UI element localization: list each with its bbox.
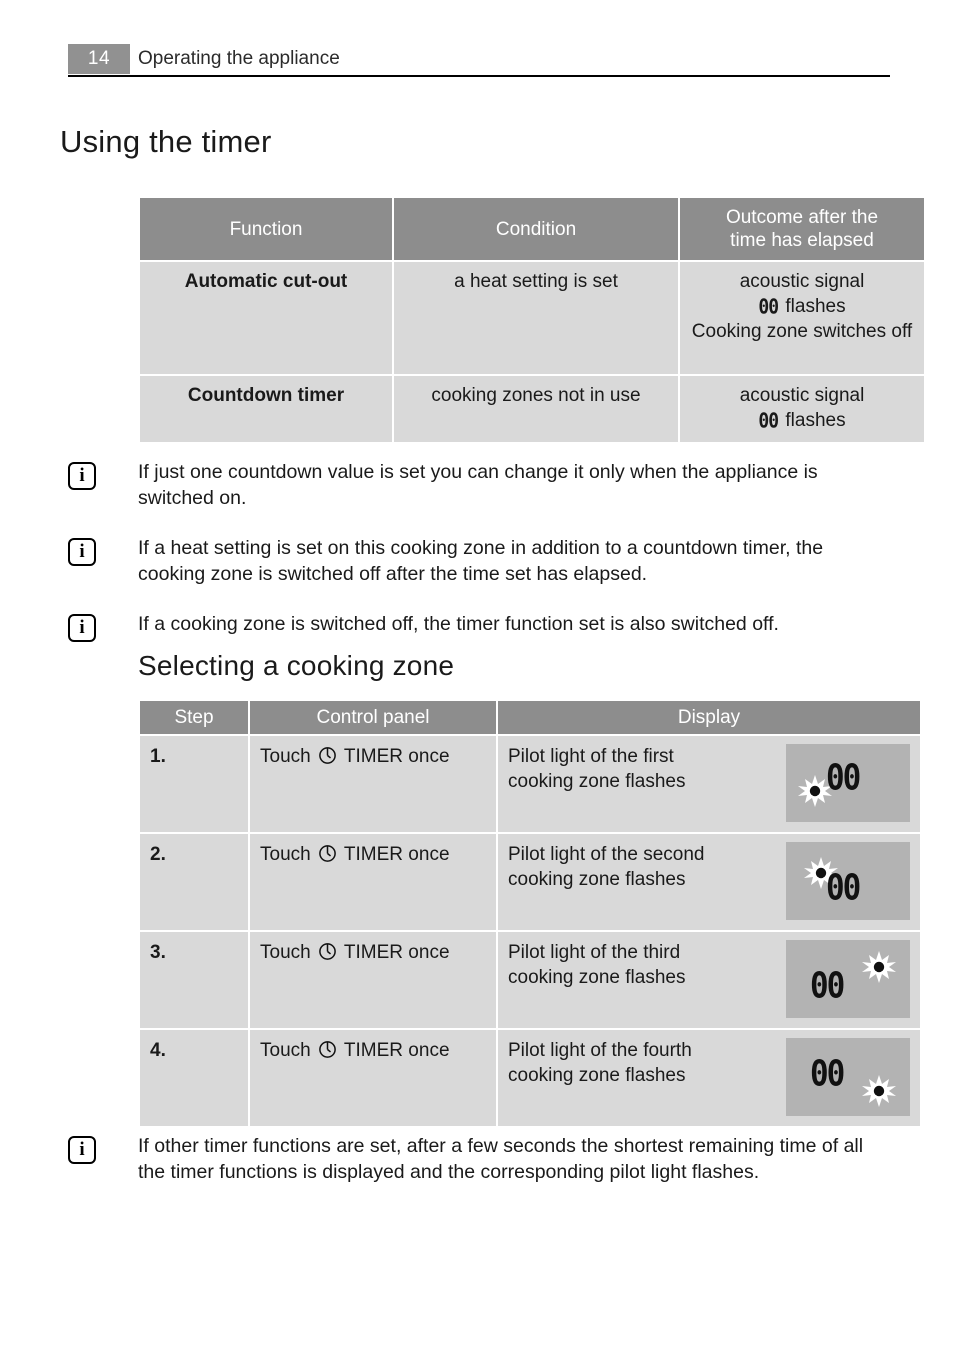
lcd-display-panel: 00	[786, 842, 910, 921]
column-header-control-panel: Control panel	[250, 701, 496, 735]
display-description: Pilot light of the third cooking zone fl…	[508, 941, 776, 990]
cell-control-panel: Touch TIMER once	[250, 932, 496, 1029]
control-timer-label: TIMER once	[343, 1040, 450, 1062]
cell-function: Automatic cut-out	[140, 262, 392, 375]
display-desc-line2: cooking zone flashes	[508, 1064, 686, 1086]
display-desc-line2: cooking zone flashes	[508, 868, 686, 890]
control-action-label: Touch	[260, 942, 311, 964]
lcd-digits: 00	[810, 965, 845, 1007]
cell-control-panel: Touch TIMER once	[250, 736, 496, 833]
control-timer-label: TIMER once	[343, 746, 450, 768]
cell-display: Pilot light of the second cooking zone f…	[498, 834, 920, 931]
cell-display: Pilot light of the third cooking zone fl…	[498, 932, 920, 1029]
control-action-label: Touch	[260, 844, 311, 866]
timer-clock-icon	[318, 942, 337, 961]
table-header-row: Function Condition Outcome after the tim…	[140, 198, 924, 261]
cell-condition: a heat setting is set	[394, 262, 678, 375]
display-description: Pilot light of the second cooking zone f…	[508, 843, 776, 892]
info-note-text: If a heat setting is set on this cooking…	[138, 537, 824, 585]
column-header-outcome-line2: time has elapsed	[730, 230, 874, 252]
timer-functions-table: Function Condition Outcome after the tim…	[138, 196, 926, 444]
cell-condition: cooking zones not in use	[394, 376, 678, 442]
table-row: 3. Touch TIMER once Pilot light of the t…	[140, 932, 920, 1029]
header-divider	[68, 75, 890, 77]
table-row: Automatic cut-out a heat setting is set …	[140, 262, 924, 375]
cell-step-number: 1.	[140, 736, 248, 833]
pilot-light-flash-icon	[862, 1074, 896, 1108]
info-icon-glyph: i	[79, 617, 85, 638]
column-header-condition: Condition	[394, 198, 678, 261]
outcome-zone-switches-off: Cooking zone switches off	[691, 320, 913, 342]
info-icon: i	[68, 462, 96, 490]
display-desc-line1: Pilot light of the third	[508, 942, 681, 964]
timer-clock-icon	[318, 1040, 337, 1059]
seven-segment-digits: 00	[758, 295, 779, 320]
table-row: 2. Touch TIMER once Pilot light of the s…	[140, 834, 920, 931]
heading-using-the-timer: Using the timer	[60, 124, 272, 159]
info-note: i If a cooking zone is switched off, the…	[68, 612, 894, 642]
display-description: Pilot light of the first cooking zone fl…	[508, 745, 776, 794]
display-description: Pilot light of the fourth cooking zone f…	[508, 1039, 776, 1088]
display-desc-line1: Pilot light of the fourth	[508, 1040, 692, 1062]
cell-step-number: 2.	[140, 834, 248, 931]
outcome-flashes-label: flashes	[780, 410, 846, 432]
lcd-digits: 00	[810, 1053, 845, 1095]
outcome-acoustic-signal: acoustic signal	[739, 385, 865, 407]
page-number-badge: 14	[68, 44, 130, 74]
info-icon: i	[68, 614, 96, 642]
display-desc-line1: Pilot light of the first	[508, 746, 674, 768]
cell-display: Pilot light of the first cooking zone fl…	[498, 736, 920, 833]
table-row: 1. Touch TIMER once Pilot light of the f…	[140, 736, 920, 833]
seven-segment-digits: 00	[758, 409, 779, 434]
page-header: 14 Operating the appliance	[68, 44, 890, 78]
selecting-cooking-zone-table: Step Control panel Display 1. Touch TIME…	[138, 699, 922, 1129]
info-icon-glyph: i	[79, 1139, 85, 1160]
cell-step-number: 3.	[140, 932, 248, 1029]
info-note: i If just one countdown value is set you…	[68, 460, 894, 512]
table-header-row: Step Control panel Display	[140, 701, 920, 735]
cell-outcome: acoustic signal 00 flashes	[680, 376, 924, 442]
column-header-outcome: Outcome after the time has elapsed	[680, 198, 924, 261]
control-timer-label: TIMER once	[343, 942, 450, 964]
info-note-text: If just one countdown value is set you c…	[138, 461, 818, 509]
control-timer-label: TIMER once	[343, 844, 450, 866]
table-row: Countdown timer cooking zones not in use…	[140, 376, 924, 442]
lcd-digits: 00	[826, 757, 861, 799]
control-action-label: Touch	[260, 1040, 311, 1062]
info-icon-glyph: i	[79, 465, 85, 486]
column-header-display: Display	[498, 701, 920, 735]
heading-selecting-a-cooking-zone: Selecting a cooking zone	[138, 650, 455, 681]
column-header-step: Step	[140, 701, 248, 735]
timer-clock-icon	[318, 844, 337, 863]
info-note: i If other timer functions are set, afte…	[68, 1134, 894, 1186]
table-row: 4. Touch TIMER once Pilot light of the f…	[140, 1030, 920, 1127]
info-note-text: If a cooking zone is switched off, the t…	[138, 613, 779, 635]
column-header-function: Function	[140, 198, 392, 261]
column-header-outcome-line1: Outcome after the	[725, 207, 879, 228]
cell-function: Countdown timer	[140, 376, 392, 442]
lcd-display-panel: 00	[786, 1038, 910, 1117]
info-note: i If a heat setting is set on this cooki…	[68, 536, 894, 588]
info-icon: i	[68, 1136, 96, 1164]
outcome-flashes-label: flashes	[780, 296, 846, 318]
display-desc-line2: cooking zone flashes	[508, 966, 686, 988]
lcd-digits: 00	[826, 867, 861, 909]
display-desc-line1: Pilot light of the second	[508, 844, 705, 866]
pilot-light-flash-icon	[862, 950, 896, 984]
display-desc-line2: cooking zone flashes	[508, 770, 686, 792]
cell-outcome: acoustic signal 00 flashes Cooking zone …	[680, 262, 924, 375]
running-head-title: Operating the appliance	[138, 48, 340, 69]
info-icon-glyph: i	[79, 541, 85, 562]
cell-control-panel: Touch TIMER once	[250, 1030, 496, 1127]
info-icon: i	[68, 538, 96, 566]
control-action-label: Touch	[260, 746, 311, 768]
lcd-display-panel: 00	[786, 940, 910, 1019]
lcd-display-panel: 00	[786, 744, 910, 823]
timer-clock-icon	[318, 746, 337, 765]
cell-step-number: 4.	[140, 1030, 248, 1127]
cell-display: Pilot light of the fourth cooking zone f…	[498, 1030, 920, 1127]
cell-control-panel: Touch TIMER once	[250, 834, 496, 931]
info-note-text: If other timer functions are set, after …	[138, 1135, 864, 1183]
outcome-acoustic-signal: acoustic signal	[739, 271, 865, 293]
